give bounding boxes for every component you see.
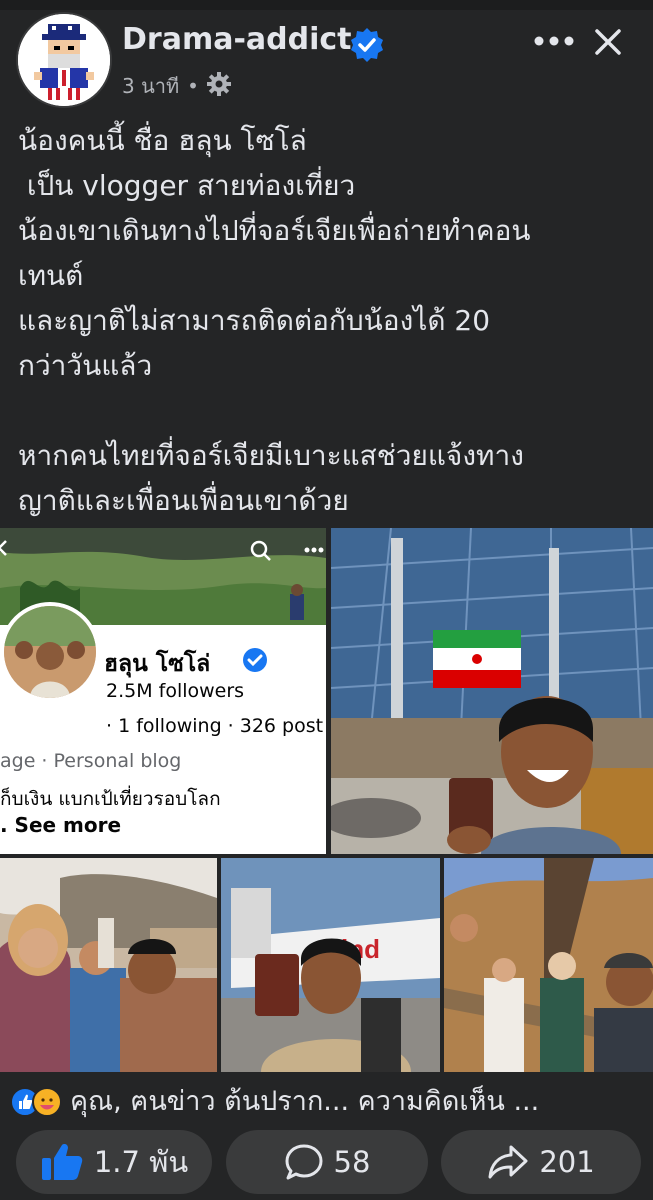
profile-bio: ก็บเงิน แบกเป้เที่ยวรอบโลก — [0, 788, 221, 810]
photo-airplane-selfie[interactable]: ind — [221, 858, 440, 1072]
more-horizontal-icon — [534, 36, 574, 46]
profile-see-more: . See more — [0, 813, 122, 837]
photo-mountain-group[interactable] — [444, 858, 653, 1072]
close-button[interactable] — [588, 22, 628, 62]
top-edge — [0, 0, 653, 10]
gear-icon — [206, 71, 231, 101]
post-text: น้องคนนี้ ชื่อ ฮลุน โซโล่ เป็น vlogger ส… — [18, 124, 531, 517]
reactions-summary[interactable]: คุณ, ฅนข่าว ต้นปราก... ความคิดเห็น ... — [10, 1080, 650, 1120]
post-time[interactable]: 3 นาที — [122, 70, 179, 102]
share-arrow-icon — [488, 1145, 528, 1179]
thumbs-up-icon — [41, 1144, 83, 1180]
photo-profile-screenshot[interactable]: ฮลุน โซโล่ 2.5M followers · 1 following … — [0, 528, 326, 854]
more-options-button[interactable] — [530, 22, 578, 60]
like-count: 1.7 พัน — [93, 1145, 189, 1179]
profile-avatar — [0, 602, 100, 702]
search-icon — [250, 540, 271, 561]
profile-name: ฮลุน โซโล่ — [104, 651, 211, 677]
profile-category: age · Personal blog — [0, 750, 182, 772]
close-icon — [595, 29, 621, 55]
meta-separator: • — [187, 74, 199, 98]
comment-bubble-icon — [285, 1144, 323, 1180]
post-meta: 3 นาที • — [122, 70, 231, 102]
share-button[interactable]: 201 — [441, 1130, 641, 1194]
verified-badge-icon — [243, 648, 267, 672]
comment-button[interactable]: 58 — [226, 1130, 428, 1194]
comment-count: 58 — [333, 1145, 371, 1179]
verified-badge-icon — [348, 26, 386, 64]
reaction-icons — [10, 1085, 66, 1117]
photo-airport-selfie[interactable] — [331, 528, 653, 854]
more-horizontal-icon — [304, 547, 324, 553]
profile-following: · 1 following · 326 post — [106, 715, 324, 737]
page-avatar[interactable] — [16, 12, 112, 108]
profile-followers: 2.5M followers — [106, 680, 245, 702]
reactions-text[interactable]: คุณ, ฅนข่าว ต้นปราก... ความคิดเห็น ... — [70, 1079, 539, 1122]
page-name[interactable]: Drama-addict — [122, 22, 352, 57]
care-reaction-icon — [32, 1087, 62, 1117]
back-arrow-icon — [0, 540, 7, 556]
like-button[interactable]: 1.7 พัน — [16, 1130, 212, 1194]
photo-village-group[interactable] — [0, 858, 217, 1072]
share-count: 201 — [539, 1145, 595, 1179]
